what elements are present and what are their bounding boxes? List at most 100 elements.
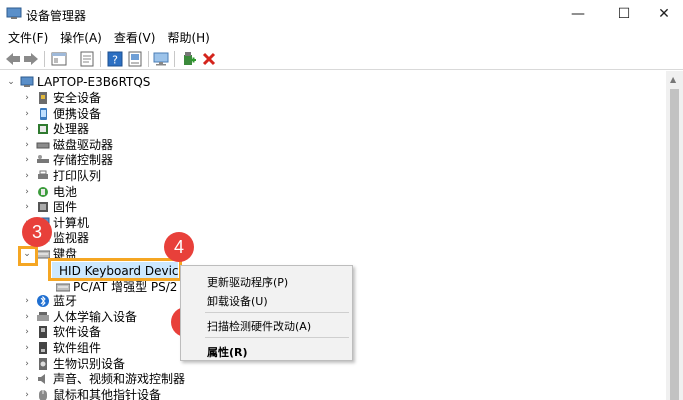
menu-bar: 文件(F) 操作(A) 查看(V) 帮助(H) [0, 28, 683, 48]
tree-category-label: 便携设备 [53, 106, 102, 121]
toolbar-separator [100, 51, 101, 67]
step-badge-3: 3 [22, 217, 52, 247]
tree-category-label: 监视器 [53, 231, 90, 246]
chevron-right-icon[interactable]: › [22, 296, 32, 306]
chevron-right-icon[interactable]: › [22, 109, 32, 119]
close-button[interactable]: ✕ [641, 0, 683, 28]
back-icon[interactable] [4, 50, 22, 68]
chevron-right-icon[interactable]: › [22, 155, 32, 165]
tree-category-label: 蓝牙 [53, 294, 78, 309]
tree-category[interactable]: › 便携设备 [22, 106, 101, 122]
menu-file[interactable]: 文件(F) [0, 28, 54, 48]
context-separator [205, 337, 349, 338]
tree-category[interactable]: › 打印队列 [22, 168, 101, 184]
chevron-right-icon[interactable]: › [22, 187, 32, 197]
chevron-right-icon[interactable]: › [22, 171, 32, 181]
toolbar-separator [44, 51, 45, 67]
minimize-button[interactable]: — [555, 0, 601, 28]
tree-category-label: 软件组件 [53, 340, 102, 355]
chevron-right-icon[interactable]: › [22, 124, 32, 134]
tree-category-label: 软件设备 [53, 325, 102, 340]
chevron-right-icon[interactable]: › [22, 140, 32, 150]
processor-icon [38, 124, 48, 135]
add-driver-icon[interactable] [180, 50, 198, 68]
tree-category-label: 声音、视频和游戏控制器 [53, 372, 186, 387]
tree-category[interactable]: › 人体学输入设备 [22, 309, 137, 325]
vertical-scrollbar[interactable]: ▲ [666, 71, 683, 400]
tree-category-label: 处理器 [53, 122, 90, 137]
software-device-icon [39, 326, 47, 339]
highlight-expand-keyboard [18, 246, 38, 266]
software-component-icon [39, 341, 47, 354]
tree-category-label: 电池 [53, 184, 78, 199]
menu-help[interactable]: 帮助(H) [161, 28, 215, 48]
scroll-up-icon[interactable]: ▲ [670, 75, 676, 84]
tree-category[interactable]: › 鼠标和其他指针设备 [22, 387, 161, 400]
tree-root[interactable]: ⌄ LAPTOP-E3B6RTQS [6, 74, 150, 90]
firmware-icon [38, 202, 48, 213]
context-menu: 更新驱动程序(P) 卸载设备(U) 扫描检测硬件改动(A) 属性(R) [180, 265, 353, 361]
tree-category[interactable]: › 电池 [22, 184, 77, 200]
chevron-right-icon[interactable]: › [22, 343, 32, 353]
chevron-right-icon[interactable]: › [22, 390, 32, 400]
tree-category-label: 人体学输入设备 [53, 309, 138, 324]
biometric-icon [39, 357, 47, 370]
tree-category-label: 计算机 [53, 215, 90, 230]
chevron-right-icon[interactable]: › [22, 93, 32, 103]
computer-root-icon [20, 76, 34, 87]
properties-icon[interactable] [78, 50, 96, 68]
battery-icon [38, 186, 48, 197]
scan-hardware-icon[interactable] [152, 50, 170, 68]
forward-icon[interactable] [22, 50, 40, 68]
tree-category-label: 打印队列 [53, 169, 102, 183]
show-hide-icon[interactable] [50, 50, 68, 68]
tree-category-label: 安全设备 [53, 91, 102, 105]
bluetooth-icon [37, 295, 49, 308]
portable-device-icon [40, 107, 47, 120]
chevron-right-icon[interactable]: › [22, 359, 32, 369]
toolbar-separator [148, 51, 149, 67]
tree-category-label: 存储控制器 [53, 153, 114, 168]
chevron-right-icon[interactable]: › [22, 202, 32, 212]
storage-controller-icon [37, 155, 49, 164]
window-title: 设备管理器 [26, 9, 87, 23]
update-driver-icon[interactable] [126, 50, 144, 68]
device-manager-icon [6, 7, 22, 19]
menu-action[interactable]: 操作(A) [54, 28, 108, 48]
context-separator [205, 312, 349, 313]
step-badge-4: 4 [164, 232, 194, 262]
title-bar: 设备管理器 — ☐ ✕ [0, 0, 683, 28]
tree-category[interactable]: › 安全设备 [22, 90, 101, 106]
tree-category[interactable]: › 声音、视频和游戏控制器 [22, 371, 185, 387]
tree-category[interactable]: › 软件组件 [22, 340, 101, 356]
context-scan-hardware[interactable]: 扫描检测硬件改动(A) [207, 318, 311, 334]
chevron-right-icon[interactable]: › [22, 312, 32, 322]
context-uninstall-device[interactable]: 卸载设备(U) [207, 293, 268, 309]
tree-category[interactable]: › 生物识别设备 [22, 356, 125, 372]
context-properties[interactable]: 属性(R) [207, 344, 248, 360]
tree-category[interactable]: › 蓝牙 [22, 293, 77, 309]
help-icon[interactable]: ? [106, 50, 124, 68]
tree-category[interactable]: › 处理器 [22, 121, 89, 137]
tree-category[interactable]: › 磁盘驱动器 [22, 137, 113, 153]
uninstall-icon[interactable] [200, 50, 218, 68]
tree-category[interactable]: › 软件设备 [22, 324, 101, 340]
sound-icon [38, 374, 45, 385]
chevron-right-icon[interactable]: › [22, 374, 32, 384]
menu-view[interactable]: 查看(V) [108, 28, 162, 48]
context-update-driver[interactable]: 更新驱动程序(P) [207, 274, 288, 290]
tree-category-label: 固件 [53, 200, 78, 215]
tree-item-ps2-keyboard[interactable]: PC/AT 增强型 PS/2 键 [52, 279, 193, 295]
disk-drive-icon [36, 142, 50, 149]
tree-category-label: 鼠标和其他指针设备 [53, 387, 162, 400]
tree-category[interactable]: › 存储控制器 [22, 152, 113, 168]
scroll-thumb[interactable] [670, 89, 679, 400]
keyboard-icon [56, 283, 70, 292]
chevron-right-icon[interactable]: › [22, 327, 32, 337]
toolbar: ? [0, 48, 683, 70]
chevron-down-icon[interactable]: ⌄ [6, 77, 16, 87]
svg-text:?: ? [112, 54, 118, 67]
tree-category-label: 生物识别设备 [53, 356, 126, 371]
tree-category[interactable]: › 固件 [22, 199, 77, 215]
print-queue-icon [38, 170, 48, 179]
